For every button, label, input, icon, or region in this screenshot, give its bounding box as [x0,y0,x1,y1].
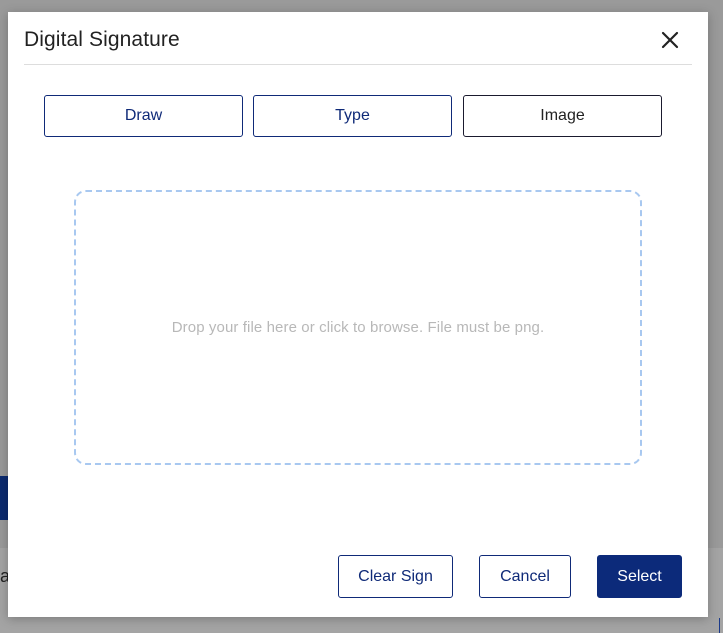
background-page-edge [719,618,723,633]
modal-header: Digital Signature [24,12,692,65]
close-button[interactable] [660,30,680,50]
dropzone-hint: Drop your file here or click to browse. … [171,319,545,336]
select-button[interactable]: Select [597,555,682,598]
tab-draw[interactable]: Draw [44,95,243,137]
background-page-text: a [0,566,8,586]
digital-signature-modal: Digital Signature Draw Type Image Drop y… [8,12,708,617]
tab-image[interactable]: Image [463,95,662,137]
cancel-button[interactable]: Cancel [479,555,571,598]
clear-sign-button[interactable]: Clear Sign [338,555,453,598]
close-icon [661,31,679,49]
file-dropzone[interactable]: Drop your file here or click to browse. … [74,190,642,465]
modal-title: Digital Signature [24,28,180,51]
background-page-button [0,476,8,520]
tab-type[interactable]: Type [253,95,452,137]
